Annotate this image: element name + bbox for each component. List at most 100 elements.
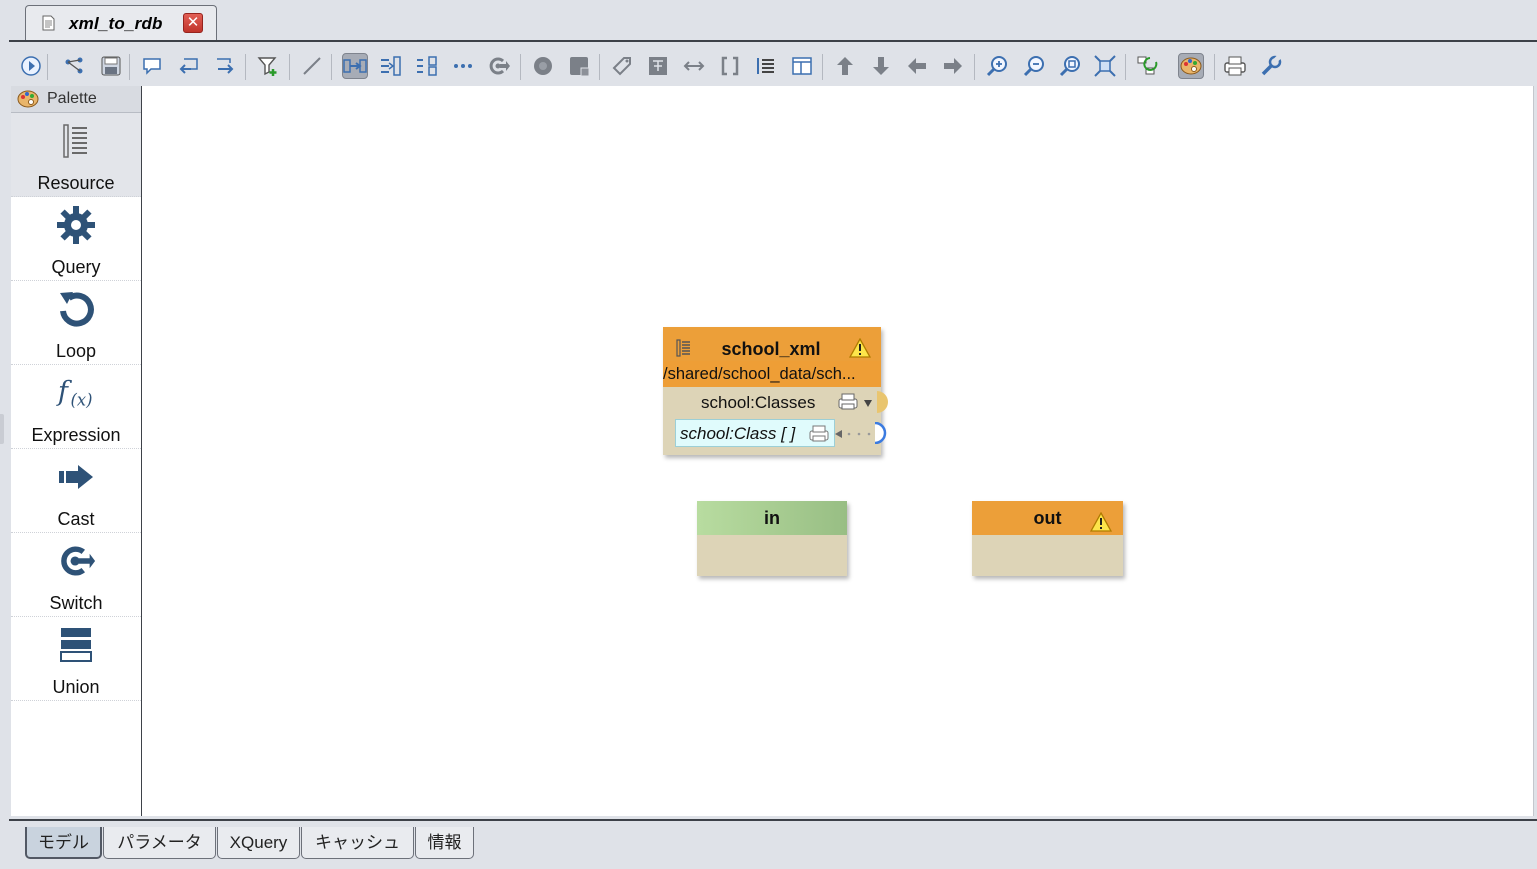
node-title: in	[764, 508, 780, 528]
palette-item-switch[interactable]: Switch	[11, 533, 141, 617]
toolbar	[9, 46, 1537, 86]
toolbar-separator	[520, 54, 521, 80]
palette-item-loop[interactable]: Loop	[11, 281, 141, 365]
palette-item-label: Loop	[55, 341, 97, 361]
table-icon[interactable]	[566, 53, 592, 79]
toolbar-separator	[289, 54, 290, 80]
input-connector-icon[interactable]	[874, 421, 889, 445]
editor-tab-title: xml_to_rdb	[69, 14, 163, 33]
palette-icon	[17, 89, 39, 109]
panel-resize-handle[interactable]	[0, 414, 4, 444]
add-filter-icon[interactable]	[255, 53, 281, 79]
comment-icon[interactable]	[140, 53, 166, 79]
sub-port-box[interactable]: school:Class [ ]	[675, 419, 835, 447]
graph-layout-icon[interactable]	[62, 53, 88, 79]
circle-icon[interactable]	[530, 53, 556, 79]
tree-icon[interactable]	[645, 53, 671, 79]
move-up-icon[interactable]	[832, 53, 858, 79]
align-columns-icon[interactable]	[378, 53, 404, 79]
tab-xquery[interactable]: XQuery	[217, 827, 300, 859]
tab-info[interactable]: 情報	[415, 827, 474, 859]
run-icon[interactable]	[18, 53, 44, 79]
columns-icon[interactable]	[789, 53, 815, 79]
move-right-icon[interactable]	[940, 53, 966, 79]
tab-model[interactable]: モデル	[25, 827, 102, 859]
out-node-header[interactable]: out	[972, 501, 1123, 535]
palette-item-cast[interactable]: Cast	[11, 449, 141, 533]
palette-item-label: Cast	[57, 509, 95, 529]
resource-icon	[56, 121, 96, 161]
toolbar-separator	[331, 54, 332, 80]
document-icon	[42, 15, 55, 31]
tag-icon[interactable]	[609, 53, 635, 79]
resource-node-header[interactable]: school_xml	[663, 327, 881, 361]
bottom-tab-bar: モデル パラメータ XQuery キャッシュ 情報	[0, 821, 1537, 869]
union-icon	[56, 625, 96, 665]
brackets-icon[interactable]	[717, 53, 743, 79]
palette-item-label: Union	[52, 677, 100, 697]
port-row[interactable]: school:Classes	[663, 387, 888, 417]
printer-icon[interactable]	[837, 393, 859, 411]
palette-item-resource[interactable]: Resource	[11, 113, 141, 197]
toolbar-separator	[822, 54, 823, 80]
resource-path: /shared/school_data/sch...	[663, 361, 881, 387]
warning-icon	[848, 337, 872, 358]
zoom-out-icon[interactable]	[1021, 53, 1047, 79]
expand-horizontal-icon[interactable]	[681, 53, 707, 79]
toolbar-separator	[599, 54, 600, 80]
more-icon[interactable]	[450, 53, 476, 79]
refresh-layout-icon[interactable]	[1135, 53, 1161, 79]
comment-back-icon[interactable]	[176, 53, 202, 79]
sub-port-row[interactable]: school:Class [ ]	[663, 417, 887, 451]
printer-icon[interactable]	[808, 425, 830, 443]
warning-icon	[1089, 511, 1113, 532]
zoom-in-icon[interactable]	[984, 53, 1010, 79]
move-down-icon[interactable]	[868, 53, 894, 79]
palette-item-expression[interactable]: f (x) Expression	[11, 365, 141, 449]
toolbar-separator	[1125, 54, 1126, 80]
palette-title: Palette	[47, 90, 97, 107]
palette-item-label: Resource	[37, 173, 115, 193]
switch-icon[interactable]	[486, 53, 512, 79]
toolbar-separator	[974, 54, 975, 80]
node-title: school_xml	[721, 339, 821, 359]
settings-wrench-icon[interactable]	[1258, 53, 1284, 79]
toolbar-separator	[245, 54, 246, 80]
list-icon[interactable]	[753, 53, 779, 79]
link-dots-icon	[835, 427, 877, 438]
resource-node[interactable]: school_xml /shared/school_data/sch... sc…	[663, 327, 888, 455]
print-icon[interactable]	[1222, 53, 1248, 79]
palette-panel: Palette Resource Query Loop f (x) Express…	[11, 86, 142, 816]
switch-icon	[56, 541, 96, 581]
move-left-icon[interactable]	[904, 53, 930, 79]
tab-cache[interactable]: キャッシュ	[301, 827, 414, 859]
align-grid-icon[interactable]	[414, 53, 440, 79]
comment-forward-icon[interactable]	[212, 53, 238, 79]
arrow-right-icon	[56, 457, 96, 497]
in-node-header[interactable]: in	[697, 501, 847, 535]
line-icon[interactable]	[299, 53, 325, 79]
model-canvas[interactable]: school_xml /shared/school_data/sch... sc…	[142, 86, 1534, 816]
resource-node-body: school:Classes school:Class [ ]	[663, 387, 888, 455]
editor-tab[interactable]: xml_to_rdb ✕	[25, 5, 217, 40]
save-icon[interactable]	[98, 53, 124, 79]
palette-item-label: Expression	[31, 425, 121, 445]
close-icon[interactable]: ✕	[183, 13, 203, 33]
gear-icon	[56, 205, 96, 245]
tab-parameters[interactable]: パラメータ	[103, 827, 216, 859]
chevron-down-icon[interactable]	[863, 396, 873, 407]
palette-item-label: Query	[51, 257, 101, 277]
link-mode-icon[interactable]	[342, 53, 368, 79]
out-node[interactable]: out	[972, 501, 1123, 576]
in-node[interactable]: in	[697, 501, 847, 576]
palette-item-query[interactable]: Query	[11, 197, 141, 281]
toolbar-separator	[1214, 54, 1215, 80]
zoom-reset-icon[interactable]	[1057, 53, 1083, 79]
editor-tab-bar: xml_to_rdb ✕	[0, 0, 1537, 42]
output-connector-icon[interactable]	[877, 391, 891, 413]
palette-item-union[interactable]: Union	[11, 617, 141, 701]
fit-to-window-icon[interactable]	[1092, 53, 1118, 79]
in-node-body	[697, 535, 847, 576]
svg-text:(x): (x)	[71, 391, 93, 410]
palette-toggle-icon[interactable]	[1178, 53, 1204, 79]
